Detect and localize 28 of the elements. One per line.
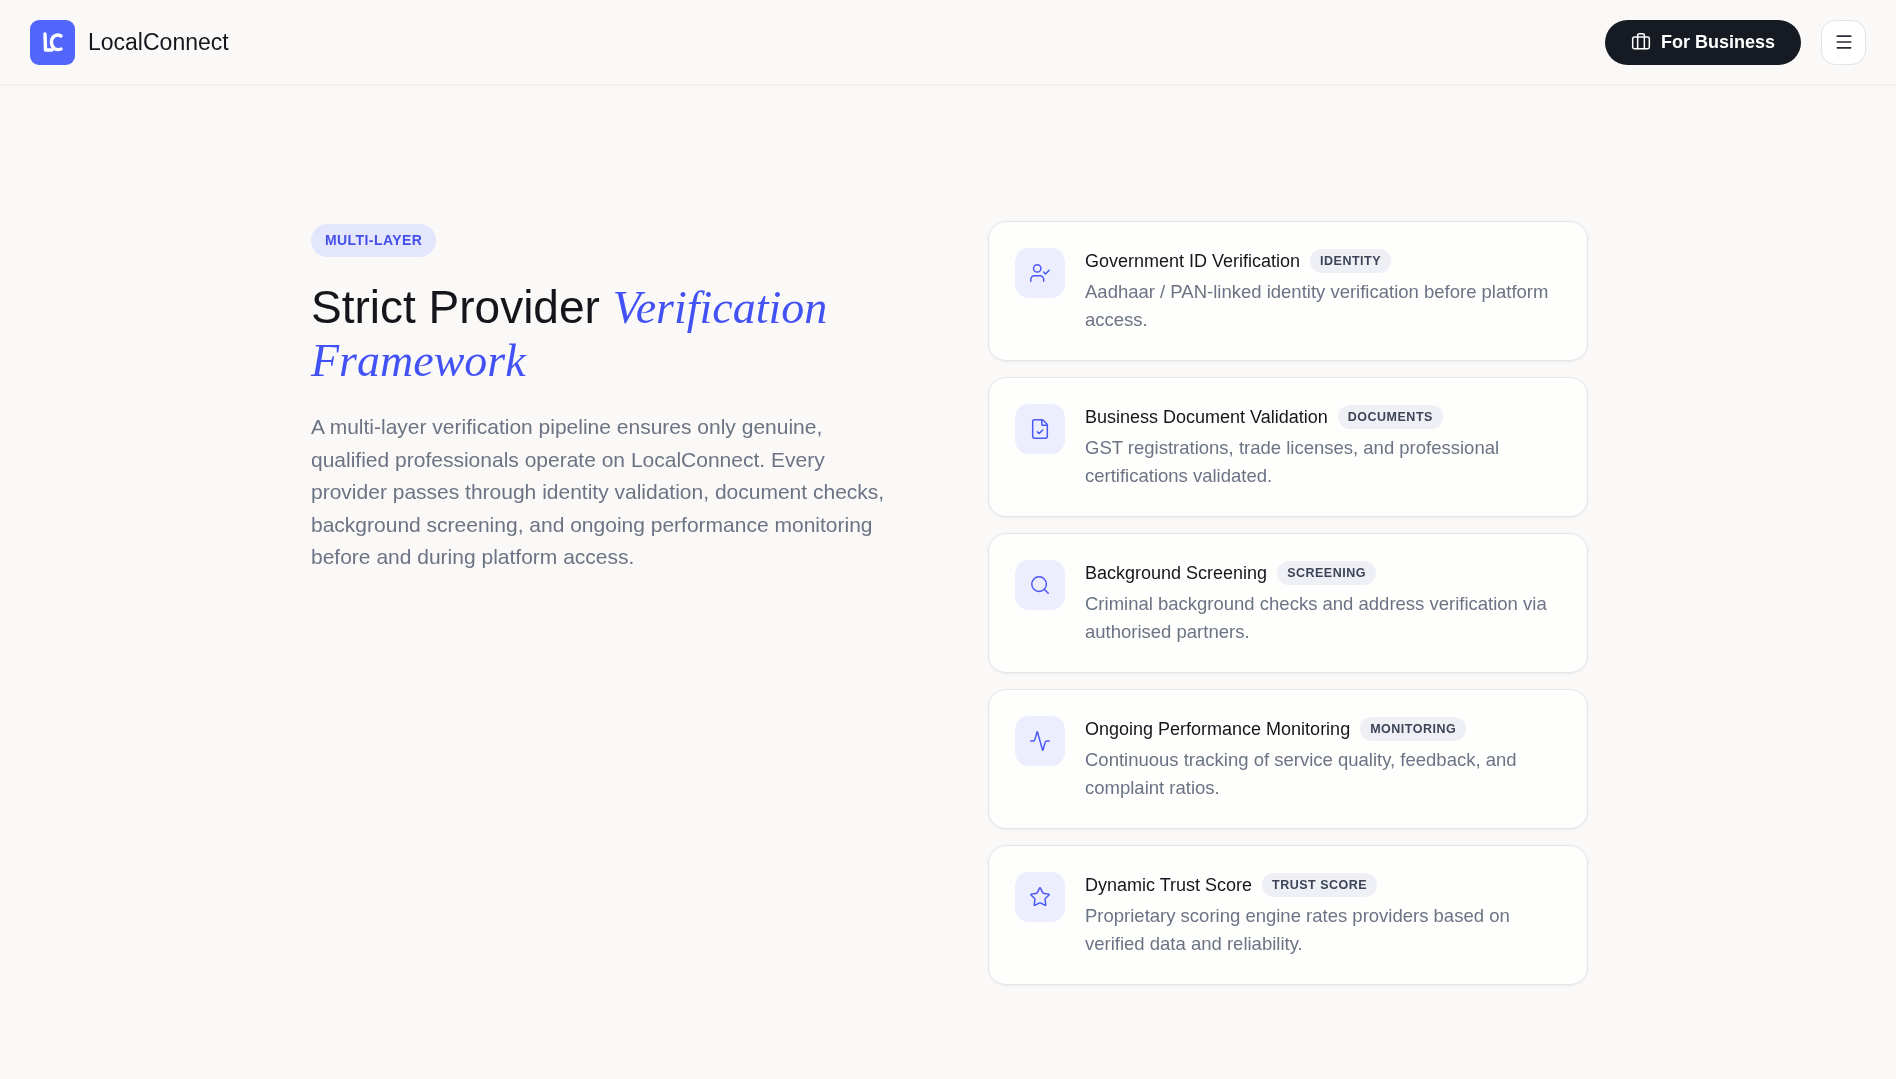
- section-heading: Strict Provider Verification Framework: [311, 281, 829, 387]
- pulse-line-icon: [1015, 716, 1065, 766]
- file-check-icon: [1015, 404, 1065, 454]
- card-description: Proprietary scoring engine rates providers based on verified data and reliability.: [1085, 904, 1511, 956]
- search-icon: [1015, 560, 1065, 610]
- card-title: Government ID Verification: [1085, 249, 1301, 273]
- category-tag: SCREENING: [1277, 560, 1376, 586]
- section-badge: MULTI-LAYER: [311, 224, 437, 257]
- card-description: Aadhaar / PAN-linked identity verification before platform access.: [1085, 280, 1550, 332]
- card-description: Continuous tracking of service quality, feedback, and complaint ratios.: [1085, 748, 1518, 800]
- category-tag: IDENTITY: [1310, 248, 1392, 274]
- logo-icon: [30, 19, 75, 65]
- star-icon: [1015, 872, 1065, 922]
- section-description: A multi-layer verification pipeline ensures only genuine, qualified professionals operate on LocalConnect. Every provider passes through identity validation, document checks, background screening, and ongoing performance monitoring before and during platform access.: [311, 414, 886, 571]
- for-business-button[interactable]: For Business: [1604, 19, 1801, 65]
- person-check-icon: [1015, 248, 1065, 298]
- card-description: GST registrations, trade licenses, and professional certifications validated.: [1085, 436, 1501, 488]
- menu-button[interactable]: [1821, 19, 1866, 65]
- briefcase-icon: [1630, 32, 1651, 52]
- category-tag: DOCUMENTS: [1337, 404, 1443, 430]
- category-tag: MONITORING: [1360, 716, 1467, 742]
- card-title: Business Document Validation: [1085, 405, 1328, 429]
- card-title: Background Screening: [1085, 561, 1268, 585]
- category-tag: TRUST SCORE: [1262, 872, 1378, 898]
- brand-name[interactable]: LocalConnect: [88, 24, 229, 60]
- card-title: Dynamic Trust Score: [1085, 873, 1253, 897]
- card-description: Criminal background checks and address verification via authorised partners.: [1085, 592, 1548, 644]
- card-title: Ongoing Performance Monitoring: [1085, 717, 1351, 741]
